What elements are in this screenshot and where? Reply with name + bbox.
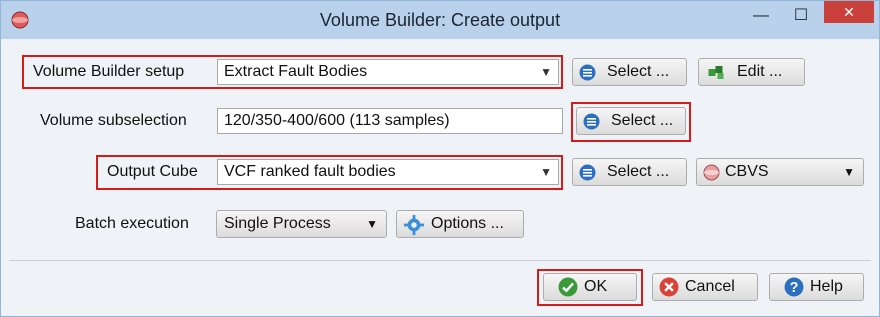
setup-select-button[interactable]: Select ... [572,58,687,86]
subselection-select-button[interactable]: Select ... [576,107,686,135]
subselection-field[interactable]: 120/350-400/600 (113 samples) [217,108,563,134]
setup-value: Extract Fault Bodies [224,63,368,80]
ok-label: OK [584,278,608,295]
close-button[interactable]: ✕ [824,1,874,23]
cubes-icon [708,66,724,79]
list-icon [579,64,596,81]
output-label: Output Cube [107,163,198,180]
chevron-down-icon: ▼ [540,165,552,179]
edit-button[interactable]: Edit ... [698,58,805,86]
setup-combo[interactable]: Extract Fault Bodies ▼ [217,59,559,85]
svg-text:?: ? [790,280,799,296]
batch-value: Single Process [224,215,331,232]
cube-format-icon [703,164,720,181]
chevron-down-icon: ▼ [366,217,378,231]
setup-select-label: Select ... [607,63,670,80]
output-combo[interactable]: VCF ranked fault bodies ▼ [217,159,559,185]
ok-button[interactable]: OK [543,273,637,301]
help-button[interactable]: ? Help [769,273,864,301]
format-value: CBVS [725,163,769,180]
chevron-down-icon: ▼ [540,65,552,79]
cancel-label: Cancel [685,278,735,295]
help-label: Help [810,278,843,295]
batch-label: Batch execution [75,215,189,232]
setup-label: Volume Builder setup [33,63,185,80]
cancel-x-icon [659,277,679,297]
output-select-label: Select ... [607,163,670,180]
options-button[interactable]: Options ... [396,210,524,238]
help-icon: ? [784,277,804,297]
subselection-select-label: Select ... [611,112,674,129]
cancel-button[interactable]: Cancel [652,273,758,301]
check-icon [558,277,578,297]
minimize-button[interactable]: — [743,1,779,31]
options-label: Options ... [431,215,504,232]
title-bar[interactable]: Volume Builder: Create output — ☐ ✕ [1,1,879,39]
list-icon [583,113,600,130]
chevron-down-icon: ▼ [843,165,855,179]
batch-combo[interactable]: Single Process ▼ [216,210,387,238]
gear-icon [403,214,425,236]
output-value: VCF ranked fault bodies [224,163,396,180]
footer-separator [9,260,871,261]
list-icon [579,164,596,181]
subselection-value: 120/350-400/600 (113 samples) [224,112,450,129]
subselection-label: Volume subselection [40,112,187,129]
format-combo[interactable]: CBVS ▼ [696,158,864,186]
output-select-button[interactable]: Select ... [572,158,687,186]
maximize-button[interactable]: ☐ [785,1,817,31]
edit-label: Edit ... [737,63,783,80]
dialog-window: Volume Builder: Create output — ☐ ✕ Volu… [0,0,880,317]
